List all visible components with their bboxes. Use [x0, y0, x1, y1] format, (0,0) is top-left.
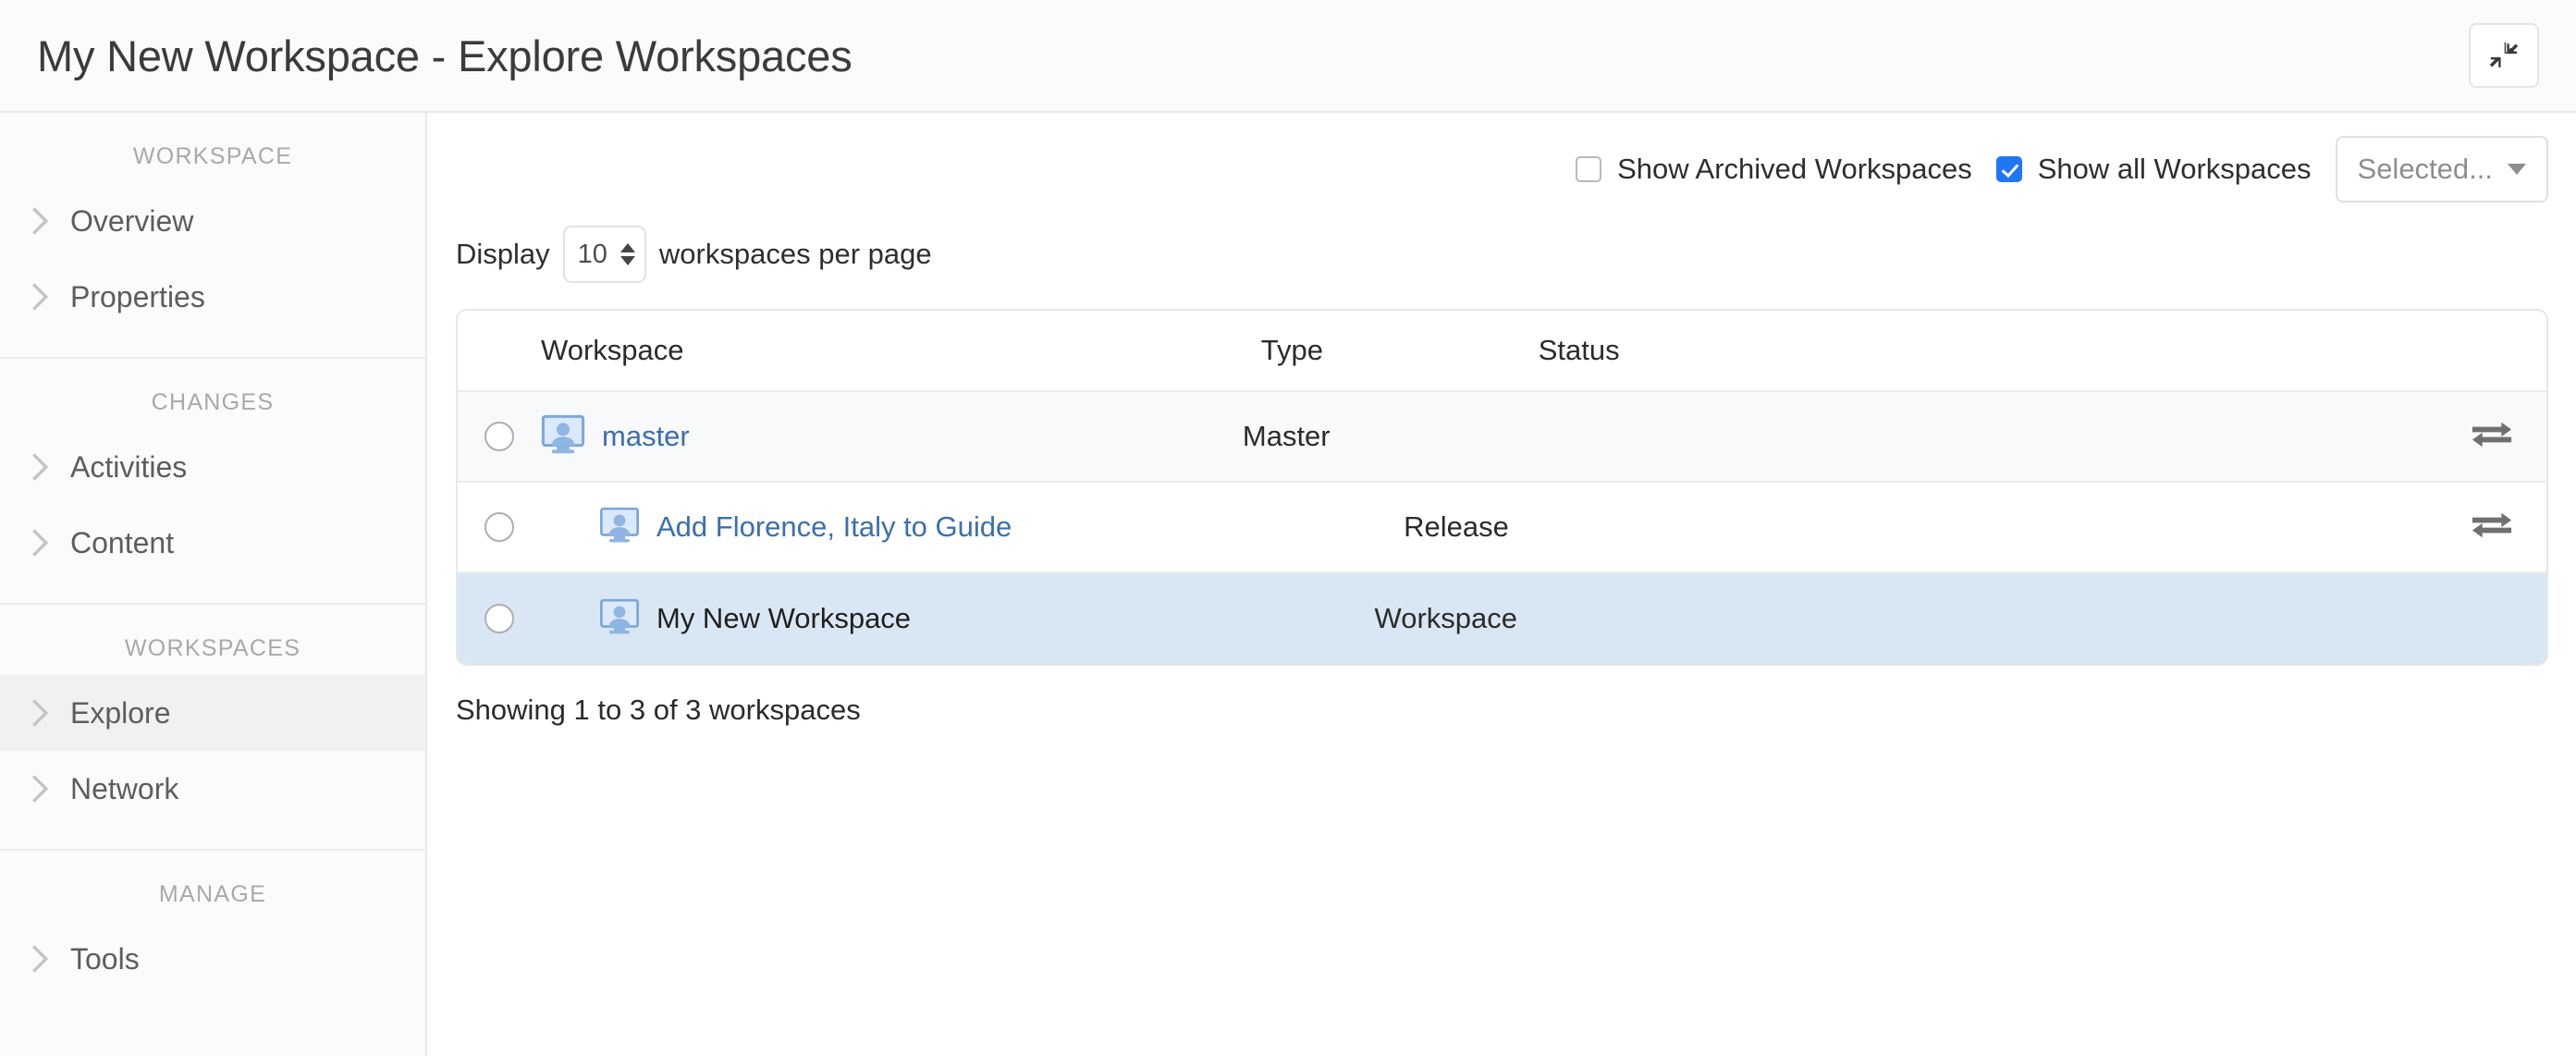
table-row[interactable]: Add Florence, Italy to Guide Release	[458, 483, 2546, 573]
sidebar-group-workspace: WORKSPACE Overview Properties	[0, 113, 425, 359]
show-all-checkbox-row[interactable]: Show all Workspaces	[1996, 153, 2312, 186]
caret-down-icon	[2508, 164, 2526, 175]
show-archived-checkbox-row[interactable]: Show Archived Workspaces	[1576, 153, 1972, 186]
chevron-right-icon	[26, 205, 54, 237]
selected-dropdown-button[interactable]: Selected...	[2336, 136, 2548, 203]
row-workspace-cell: master	[541, 414, 1243, 460]
showing-count-label: Showing 1 to 3 of 3 workspaces	[456, 694, 2576, 727]
page-title: My New Workspace - Explore Workspaces	[37, 31, 853, 81]
sidebar-group-title: WORKSPACE	[0, 113, 425, 183]
row-action-cell	[1918, 418, 2546, 456]
workspace-name-link[interactable]: master	[602, 420, 690, 453]
row-workspace-cell: Add Florence, Italy to Guide	[541, 507, 1404, 548]
chevron-right-icon	[26, 527, 54, 559]
chevron-right-icon	[26, 451, 54, 483]
sidebar-item-properties[interactable]: Properties	[0, 259, 425, 335]
row-type-value: Master	[1243, 420, 1520, 453]
sidebar: WORKSPACE Overview Properties CHANGES	[0, 113, 427, 1056]
page-header: My New Workspace - Explore Workspaces	[0, 0, 2576, 113]
page-size-value: 10	[578, 239, 607, 270]
show-all-label: Show all Workspaces	[2038, 153, 2312, 186]
sidebar-spacer	[0, 335, 425, 357]
row-select-cell	[458, 422, 541, 451]
workspace-name-current: My New Workspace	[656, 602, 911, 635]
sidebar-item-explore[interactable]: Explore	[0, 675, 425, 751]
compress-arrows-icon	[2488, 40, 2520, 71]
selected-dropdown-label: Selected...	[2358, 153, 2493, 186]
page-size-select[interactable]: 10	[563, 226, 646, 283]
switch-workspace-icon[interactable]	[2471, 418, 2513, 456]
sidebar-group-title: WORKSPACES	[0, 605, 425, 675]
page-size-row: Display 10 workspaces per page	[456, 224, 2576, 285]
sidebar-item-label: Tools	[70, 942, 140, 976]
column-header-workspace: Workspace	[541, 334, 1261, 367]
sidebar-spacer	[0, 827, 425, 849]
workspaces-table: Workspace Type Status	[456, 309, 2548, 666]
table-row[interactable]: master Master	[458, 392, 2546, 483]
sidebar-item-activities[interactable]: Activities	[0, 429, 425, 505]
row-workspace-cell: My New Workspace	[541, 598, 1375, 640]
sidebar-item-content[interactable]: Content	[0, 505, 425, 581]
sidebar-group-title: CHANGES	[0, 359, 425, 429]
row-action-cell	[2079, 509, 2546, 546]
chevron-right-icon	[26, 943, 54, 975]
row-radio-button[interactable]	[485, 422, 514, 451]
show-archived-label: Show Archived Workspaces	[1617, 153, 1972, 186]
sidebar-item-overview[interactable]: Overview	[0, 183, 425, 259]
header-actions	[2469, 23, 2539, 88]
show-archived-checkbox[interactable]	[1576, 156, 1601, 182]
sidebar-spacer	[0, 581, 425, 603]
workspace-monitor-user-icon	[541, 414, 585, 460]
row-select-cell	[458, 512, 541, 542]
row-type-value: Workspace	[1375, 602, 1652, 635]
column-header-type: Type	[1261, 334, 1539, 367]
chevron-right-icon	[26, 697, 54, 729]
workspace-monitor-user-icon	[599, 507, 640, 548]
row-radio-button[interactable]	[485, 604, 514, 633]
sidebar-item-label: Overview	[70, 204, 193, 239]
display-suffix-label: workspaces per page	[659, 238, 932, 271]
row-radio-button[interactable]	[485, 512, 514, 542]
sidebar-group-changes: CHANGES Activities Content	[0, 359, 425, 605]
workspace-monitor-user-icon	[599, 598, 640, 640]
stepper-up-down-icon[interactable]	[620, 243, 635, 265]
show-all-checkbox[interactable]	[1996, 156, 2022, 182]
chevron-right-icon	[26, 281, 54, 313]
display-prefix-label: Display	[456, 238, 550, 271]
table-row[interactable]: My New Workspace Workspace	[458, 573, 2546, 664]
sidebar-group-workspaces: WORKSPACES Explore Network	[0, 605, 425, 851]
row-select-cell	[458, 604, 541, 633]
sidebar-item-label: Activities	[70, 450, 187, 485]
column-header-status: Status	[1539, 334, 1936, 367]
row-type-value: Release	[1404, 510, 1681, 544]
sidebar-group-title: MANAGE	[0, 851, 425, 921]
table-header-row: Workspace Type Status	[458, 311, 2546, 392]
switch-workspace-icon[interactable]	[2471, 509, 2513, 546]
filters-toolbar: Show Archived Workspaces Show all Worksp…	[429, 113, 2576, 198]
sidebar-item-label: Network	[70, 772, 178, 806]
sidebar-item-label: Explore	[70, 696, 171, 731]
sidebar-item-label: Content	[70, 526, 174, 560]
chevron-right-icon	[26, 773, 54, 804]
sidebar-item-network[interactable]: Network	[0, 751, 425, 827]
sidebar-item-label: Properties	[70, 280, 205, 314]
sidebar-item-tools[interactable]: Tools	[0, 921, 425, 997]
sidebar-group-manage: MANAGE Tools	[0, 851, 425, 997]
main-content: Show Archived Workspaces Show all Worksp…	[429, 113, 2576, 1056]
workspace-name-link[interactable]: Add Florence, Italy to Guide	[656, 510, 1012, 544]
app-window: My New Workspace - Explore Workspaces	[0, 0, 2576, 1056]
collapse-button[interactable]	[2469, 23, 2539, 88]
